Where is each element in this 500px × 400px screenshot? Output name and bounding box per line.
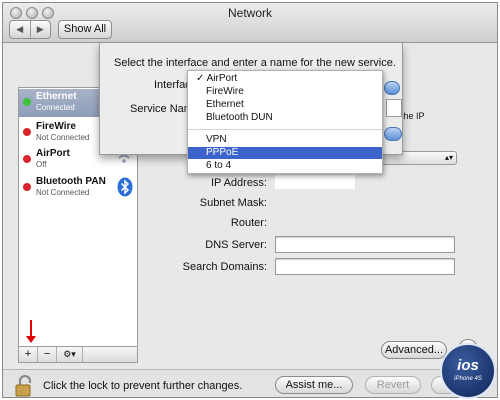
ip-address-label: IP Address: bbox=[210, 177, 267, 189]
bottom-bar: Click the lock to prevent further change… bbox=[3, 369, 497, 397]
interface-popup-arrows[interactable] bbox=[384, 81, 400, 95]
create-button[interactable] bbox=[384, 127, 402, 141]
revert-button[interactable]: Revert bbox=[365, 376, 421, 394]
add-service-button[interactable]: + bbox=[19, 347, 38, 362]
remove-service-button[interactable]: − bbox=[38, 347, 57, 362]
advanced-button[interactable]: Advanced... bbox=[381, 341, 447, 359]
back-forward-buttons[interactable]: ◀ ▶ bbox=[9, 20, 51, 39]
search-domains-field[interactable] bbox=[275, 258, 455, 275]
service-name: AirPort bbox=[36, 148, 70, 159]
back-arrow-icon[interactable]: ◀ bbox=[10, 21, 31, 38]
menu-item-bluetooth-dun[interactable]: Bluetooth DUN bbox=[188, 112, 382, 124]
service-name: Ethernet bbox=[36, 91, 77, 102]
status-dot bbox=[23, 155, 31, 163]
menu-item-airport[interactable]: ✓ AirPort bbox=[188, 73, 382, 85]
dns-server-field[interactable] bbox=[275, 236, 455, 253]
sheet-prompt: Select the interface and enter a name fo… bbox=[114, 57, 396, 69]
service-list-controls: + − ⚙▾ bbox=[18, 347, 138, 363]
menu-separator bbox=[188, 129, 382, 130]
dns-server-label: DNS Server: bbox=[205, 239, 267, 251]
subnet-mask-label: Subnet Mask: bbox=[199, 197, 267, 209]
service-item-bluetooth-pan[interactable]: Bluetooth PAN Not Connected bbox=[19, 174, 137, 202]
status-dot bbox=[23, 98, 31, 106]
ios-watermark-logo: ios iPhone 4S bbox=[440, 343, 496, 399]
network-preferences-window: Network ◀ ▶ Show All Ethernet Connected … bbox=[2, 2, 498, 398]
service-name-field[interactable] bbox=[386, 99, 402, 117]
menu-item-firewire[interactable]: FireWire bbox=[188, 86, 382, 98]
assist-me-button[interactable]: Assist me... bbox=[275, 376, 353, 394]
annotation-arrowhead bbox=[26, 336, 36, 343]
search-domains-label: Search Domains: bbox=[182, 261, 267, 273]
service-status: Not Connected bbox=[36, 133, 90, 142]
gear-icon[interactable]: ⚙▾ bbox=[57, 347, 83, 362]
chevron-updown-icon: ▴▾ bbox=[444, 153, 453, 162]
menu-item-6to4[interactable]: 6 to 4 bbox=[188, 160, 382, 172]
status-dot bbox=[23, 183, 31, 191]
window-title: Network bbox=[227, 6, 272, 20]
interface-popup-menu: ✓ AirPort FireWire Ethernet Bluetooth DU… bbox=[187, 70, 383, 174]
service-status: Connected bbox=[36, 103, 75, 112]
service-status: Off bbox=[36, 160, 47, 169]
service-name: FireWire bbox=[36, 121, 76, 132]
service-name: Bluetooth PAN bbox=[36, 176, 106, 187]
status-dot bbox=[23, 128, 31, 136]
show-all-button[interactable]: Show All bbox=[58, 20, 112, 39]
router-label: Router: bbox=[230, 217, 267, 229]
menu-item-vpn[interactable]: VPN bbox=[188, 134, 382, 146]
service-status: Not Connected bbox=[36, 188, 90, 197]
menu-item-ethernet[interactable]: Ethernet bbox=[188, 99, 382, 111]
title-bar: Network ◀ ▶ Show All bbox=[3, 3, 497, 43]
menu-item-pppoe[interactable]: PPPoE bbox=[188, 147, 382, 159]
lock-icon[interactable] bbox=[15, 374, 35, 397]
ip-address-value bbox=[275, 175, 355, 189]
lock-message: Click the lock to prevent further change… bbox=[43, 380, 243, 392]
forward-arrow-icon[interactable]: ▶ bbox=[31, 21, 51, 38]
checkmark-icon: ✓ bbox=[196, 73, 205, 84]
